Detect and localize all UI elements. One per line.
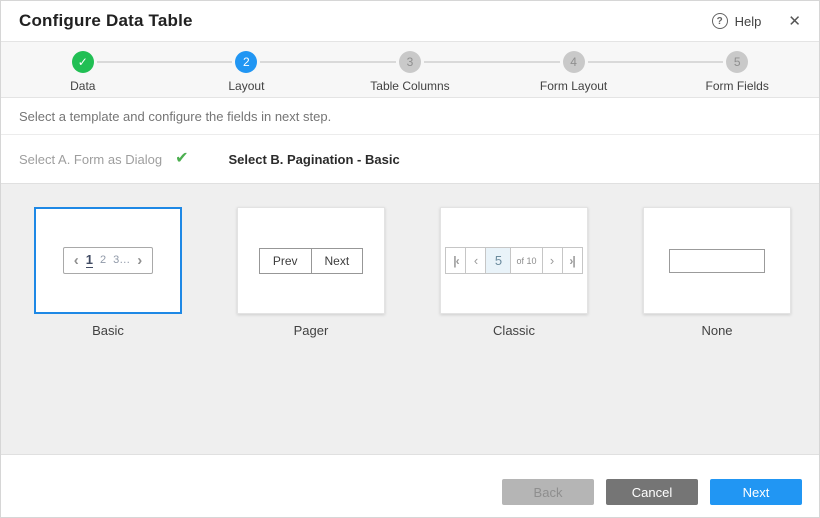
cancel-button[interactable]: Cancel (606, 479, 698, 505)
next-page-icon: › (137, 253, 142, 268)
step-form-layout[interactable]: 4 Form Layout (492, 51, 656, 97)
page-number: 2 (100, 254, 106, 266)
help-button[interactable]: ? Help (712, 13, 762, 29)
template-card-none[interactable] (643, 207, 791, 314)
check-icon: ✔ (175, 151, 188, 167)
next-button[interactable]: Next (710, 479, 802, 505)
page-count-label: of 10 (510, 247, 542, 274)
header-actions: ? Help ✕ (712, 13, 801, 29)
last-page-icon: ›| (562, 247, 583, 274)
next-page-icon: › (542, 247, 563, 274)
template-gallery: ‹ 1 2 3… › Basic Prev Next Pager (1, 183, 819, 455)
template-card-basic[interactable]: ‹ 1 2 3… › (34, 207, 182, 314)
step-form-fields[interactable]: 5 Form Fields (655, 51, 819, 97)
template-label: None (643, 323, 791, 338)
template-label: Classic (440, 323, 588, 338)
step-number-badge: 4 (563, 51, 585, 73)
classic-pagination-preview: |‹ ‹ 5 of 10 › ›| (445, 247, 582, 274)
step-label: Layout (165, 79, 329, 93)
dialog-header: Configure Data Table ? Help ✕ (1, 1, 819, 42)
help-label: Help (735, 14, 762, 29)
page-number: 3… (113, 254, 130, 266)
template-option-classic[interactable]: |‹ ‹ 5 of 10 › ›| Classic (440, 207, 588, 338)
help-icon: ? (712, 13, 728, 29)
step-number-badge: 5 (726, 51, 748, 73)
prev-page-icon: ‹ (465, 247, 486, 274)
step-label: Table Columns (328, 79, 492, 93)
current-page-number: 5 (485, 247, 511, 274)
template-card-pager[interactable]: Prev Next (237, 207, 385, 314)
step-layout[interactable]: 2 Layout (165, 51, 329, 97)
prev-page-icon: ‹ (74, 253, 79, 268)
template-option-pager[interactable]: Prev Next Pager (237, 207, 385, 338)
template-cards-row: ‹ 1 2 3… › Basic Prev Next Pager (1, 184, 819, 338)
basic-pagination-preview: ‹ 1 2 3… › (63, 247, 153, 274)
template-option-none[interactable]: None (643, 207, 791, 338)
instruction-text: Select a template and configure the fiel… (1, 98, 819, 135)
select-b-label: Select B. Pagination - Basic (228, 152, 399, 167)
pager-pagination-preview: Prev Next (259, 248, 363, 274)
step-label: Data (1, 79, 165, 93)
step-table-columns[interactable]: 3 Table Columns (328, 51, 492, 97)
step-complete-check-icon: ✓ (72, 51, 94, 73)
close-icon[interactable]: ✕ (788, 14, 801, 29)
template-label: Pager (237, 323, 385, 338)
select-a-label: Select A. Form as Dialog (19, 152, 162, 167)
first-page-icon: |‹ (445, 247, 466, 274)
step-data[interactable]: ✓ Data (1, 51, 165, 97)
step-label: Form Fields (655, 79, 819, 93)
next-button-label: Next (312, 248, 364, 274)
configure-data-table-dialog: Configure Data Table ? Help ✕ ✓ Data 2 L… (0, 0, 820, 518)
step-label: Form Layout (492, 79, 656, 93)
step-number-badge: 2 (235, 51, 257, 73)
step-number-badge: 3 (399, 51, 421, 73)
dialog-footer: Back Cancel Next (1, 455, 819, 505)
selection-summary: Select A. Form as Dialog ✔ Select B. Pag… (1, 135, 819, 183)
page-title: Configure Data Table (19, 11, 193, 31)
template-card-classic[interactable]: |‹ ‹ 5 of 10 › ›| (440, 207, 588, 314)
template-option-basic[interactable]: ‹ 1 2 3… › Basic (34, 207, 182, 338)
current-page-number: 1 (86, 253, 93, 268)
empty-pagination-preview (669, 249, 765, 273)
back-button[interactable]: Back (502, 479, 594, 505)
prev-button-label: Prev (259, 248, 312, 274)
wizard-stepper: ✓ Data 2 Layout 3 Table Columns 4 Form L… (1, 42, 819, 98)
template-label: Basic (34, 323, 182, 338)
